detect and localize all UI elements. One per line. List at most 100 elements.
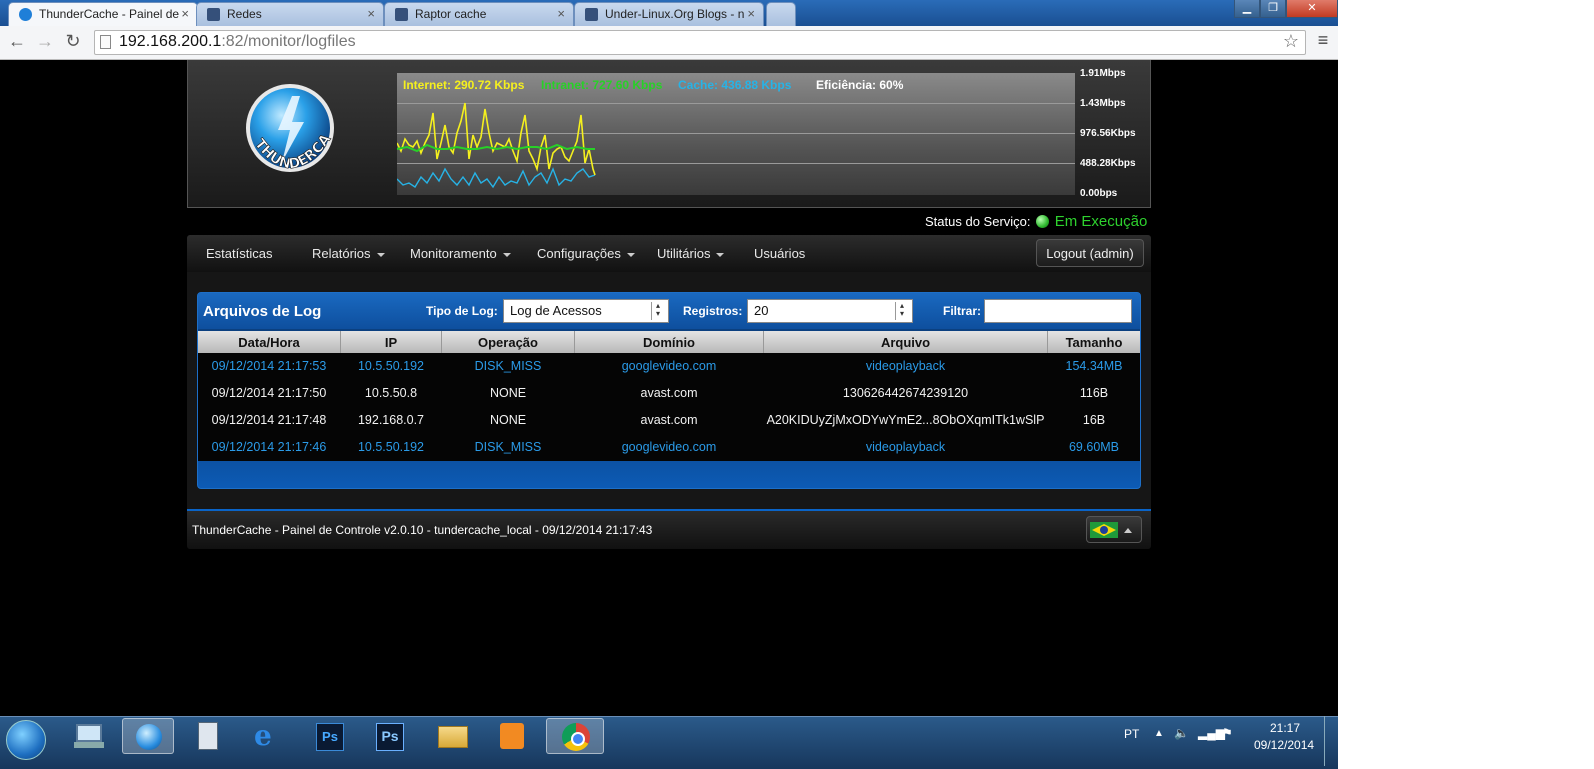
legend-efficiency: Eficiência: 60% <box>816 78 904 92</box>
tray-expand-icon[interactable]: ▲ <box>1154 728 1164 739</box>
clock-date[interactable]: 09/12/2014 <box>1254 738 1314 752</box>
logout-button[interactable]: Logout (admin) <box>1036 239 1144 267</box>
menu-item-configuracoes[interactable]: Configurações <box>537 246 635 261</box>
address-bar[interactable]: 192.168.200.1:82/monitor/logfiles ☆ <box>94 30 1306 55</box>
menu-item-relatorios[interactable]: Relatórios <box>312 246 385 261</box>
taskbar-explorer-icon[interactable] <box>426 718 478 754</box>
footer-text: ThunderCache - Painel de Controle v2.0.1… <box>192 523 653 537</box>
taskbar-media-player-icon[interactable] <box>486 718 538 754</box>
language-selector[interactable] <box>1086 516 1142 543</box>
column-header[interactable]: Domínio <box>575 335 763 350</box>
cell-size: 116B <box>1079 386 1109 400</box>
cell-domain: googlevideo.com <box>621 359 717 373</box>
log-type-select[interactable]: Log de Acessos ▴ ▾ <box>503 299 669 323</box>
cell-domain: avast.com <box>640 413 698 427</box>
brazil-flag-icon <box>1090 522 1118 538</box>
minimize-icon[interactable]: ▁ <box>1234 0 1260 18</box>
tab-redes[interactable]: Redes × <box>196 2 384 26</box>
tab-under-linux[interactable]: Under-Linux.Org Blogs - n × <box>574 2 764 26</box>
cell-domain: googlevideo.com <box>621 440 717 454</box>
close-window-icon[interactable]: ✕ <box>1286 0 1338 18</box>
cell-datetime: 09/12/2014 21:17:50 <box>211 386 327 400</box>
cell-operation: NONE <box>489 413 527 427</box>
close-icon[interactable]: × <box>747 6 755 21</box>
y-axis-label: 488.28Kbps <box>1080 158 1136 169</box>
network-icon[interactable]: ▂▄▆ <box>1198 726 1225 740</box>
caret-down-icon <box>716 252 725 257</box>
start-button[interactable] <box>6 720 46 760</box>
clock-time[interactable]: 21:17 <box>1270 721 1300 735</box>
cell-operation: DISK_MISS <box>474 440 542 454</box>
table-row[interactable]: 09/12/2014 21:17:50 10.5.50.8 NONE avast… <box>198 380 1140 407</box>
close-icon[interactable]: × <box>367 6 375 21</box>
cell-ip: 10.5.50.8 <box>364 386 418 400</box>
url-host: 192.168.200.1 <box>119 33 222 50</box>
internet-series-line <box>397 102 596 176</box>
language-indicator[interactable]: PT <box>1124 727 1139 741</box>
volume-icon[interactable]: 🔈 <box>1174 726 1189 740</box>
y-axis-label: 1.43Mbps <box>1080 98 1126 109</box>
menu-item-label: Relatórios <box>312 246 371 261</box>
reload-icon[interactable]: ↻ <box>62 31 84 52</box>
cell-file: A20KIDUyZjMxODYwYmE2...8ObOXqmITk1wSlP <box>766 413 1045 427</box>
column-header[interactable]: IP <box>341 335 441 350</box>
taskbar-photoshop-icon[interactable]: Ps <box>302 718 354 754</box>
menu-item-usuarios[interactable]: Usuários <box>754 246 805 261</box>
column-header[interactable]: Tamanho <box>1048 335 1140 350</box>
tab-label: ThunderCache - Painel de <box>39 7 180 21</box>
table-row[interactable]: 09/12/2014 21:17:46 10.5.50.192 DISK_MIS… <box>198 434 1140 461</box>
divider <box>441 331 442 353</box>
cell-domain: avast.com <box>640 386 698 400</box>
menu-icon[interactable]: ≡ <box>1312 30 1334 51</box>
divider <box>574 331 575 353</box>
menu-item-estatisticas[interactable]: Estatísticas <box>206 246 272 261</box>
show-desktop-button[interactable] <box>1324 716 1337 766</box>
taskbar-calculator-icon[interactable] <box>182 718 234 754</box>
menu-item-label: Configurações <box>537 246 621 261</box>
menu-item-label: Utilitários <box>657 246 711 261</box>
bookmark-star-icon[interactable]: ☆ <box>1283 31 1299 52</box>
records-select[interactable]: 20 ▴ ▾ <box>747 299 913 323</box>
cell-datetime: 09/12/2014 21:17:53 <box>211 359 327 373</box>
taskbar-thundercache-icon[interactable] <box>122 718 174 754</box>
filter-input[interactable] <box>984 299 1132 323</box>
desktop-margin <box>1338 0 1594 768</box>
column-header[interactable]: Arquivo <box>764 335 1047 350</box>
cell-ip: 192.168.0.7 <box>357 413 425 427</box>
cell-size: 16B <box>1082 413 1106 427</box>
taskbar-chrome-icon[interactable] <box>546 718 604 754</box>
column-header[interactable]: Operação <box>442 335 574 350</box>
window-controls: ▁ ❐ ✕ <box>1234 0 1338 20</box>
y-axis-label: 976.56Kbps <box>1080 128 1136 139</box>
service-status: Status do Serviço: Em Execução <box>925 213 1147 230</box>
column-header[interactable]: Data/Hora <box>198 335 340 350</box>
tab-thundercache[interactable]: ThunderCache - Painel de × <box>8 2 198 26</box>
taskbar-internet-explorer-icon[interactable]: e <box>242 718 294 754</box>
tab-raptor-cache[interactable]: Raptor cache × <box>384 2 574 26</box>
records-value: 20 <box>754 303 769 318</box>
divider <box>1047 331 1048 353</box>
back-icon[interactable]: ← <box>6 31 28 52</box>
url-path: :82/monitor/logfiles <box>221 33 356 50</box>
table-row[interactable]: 09/12/2014 21:17:53 10.5.50.192 DISK_MIS… <box>198 353 1140 380</box>
status-label: Status do Serviço: <box>925 214 1031 229</box>
menu-item-monitoramento[interactable]: Monitoramento <box>410 246 511 261</box>
new-tab-button[interactable] <box>766 2 796 26</box>
menu-item-utilitarios[interactable]: Utilitários <box>657 246 725 261</box>
cell-size: 154.34MB <box>1065 359 1123 373</box>
caret-down-icon <box>502 252 511 257</box>
log-type-value: Log de Acessos <box>510 303 602 318</box>
caret-down-icon <box>376 252 385 257</box>
maximize-icon[interactable]: ❐ <box>1260 0 1286 18</box>
cell-operation: NONE <box>489 386 527 400</box>
close-icon[interactable]: × <box>181 6 189 21</box>
taskbar-photoshop-icon[interactable]: Ps <box>362 718 414 754</box>
taskbar-remote-desktop-icon[interactable] <box>64 718 116 754</box>
filter-label: Filtrar: <box>943 304 982 318</box>
forward-icon[interactable]: → <box>34 31 56 52</box>
action-center-flag-icon[interactable]: ⚑ <box>1222 726 1233 740</box>
close-icon[interactable]: × <box>557 6 565 21</box>
divider <box>340 331 341 353</box>
xenforo-favicon-icon <box>207 8 220 21</box>
table-row[interactable]: 09/12/2014 21:17:48 192.168.0.7 NONE ava… <box>198 407 1140 434</box>
